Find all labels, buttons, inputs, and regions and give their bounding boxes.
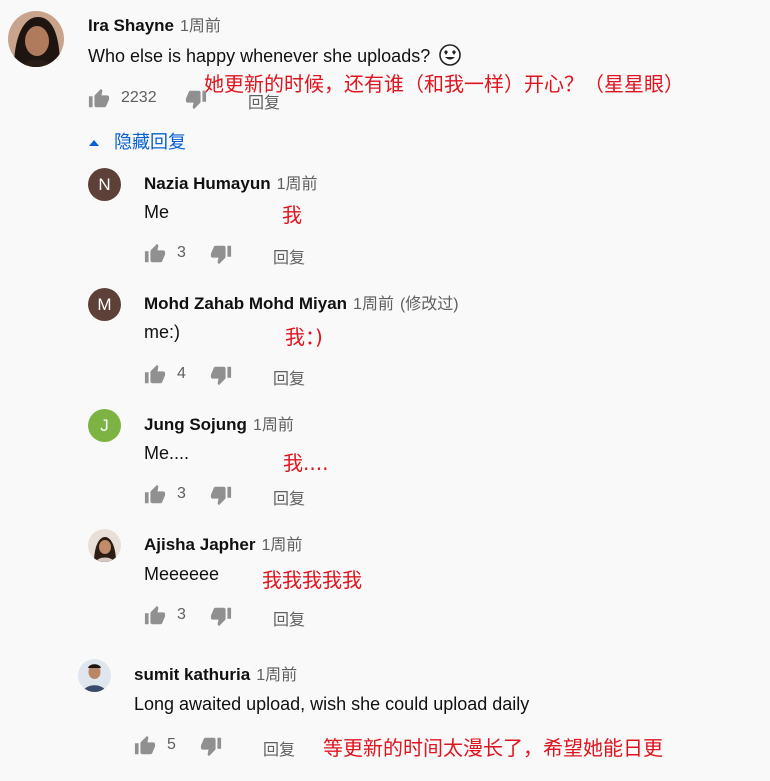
like-count: 3 — [177, 244, 186, 261]
like-count: 4 — [177, 365, 186, 382]
dislike-icon[interactable] — [210, 484, 232, 506]
reply-button[interactable]: 回复 — [273, 244, 305, 268]
avatar[interactable] — [78, 659, 111, 692]
timestamp[interactable]: 1周前 — [262, 537, 303, 554]
translation-note: 等更新的时间太漫长了，希望她能日更 — [323, 736, 663, 760]
avatar[interactable]: M — [88, 288, 121, 321]
comment-text: Meeeeee — [144, 564, 220, 584]
author-name[interactable]: Mohd Zahab Mohd Miyan — [144, 294, 347, 313]
comment-header: Ajisha Japher 1周前 — [144, 531, 302, 555]
reply-button[interactable]: 回复 — [273, 606, 305, 630]
avatar[interactable]: J — [88, 409, 121, 442]
dislike-icon[interactable] — [210, 364, 232, 386]
translation-note: 我.... — [283, 451, 329, 475]
author-name[interactable]: sumit kathuria — [134, 665, 250, 684]
dislike-icon[interactable] — [200, 735, 222, 757]
like-count: 2232 — [121, 89, 157, 106]
reply-button[interactable]: 回复 — [273, 365, 305, 389]
translation-note: 我我我我我 — [262, 568, 362, 592]
comment-header: Jung Sojung 1周前 — [144, 411, 294, 435]
comment-header: Ira Shayne 1周前 — [88, 12, 221, 36]
like-count: 3 — [177, 606, 186, 623]
dislike-icon[interactable] — [210, 605, 232, 627]
timestamp[interactable]: 1周前 — [353, 296, 394, 313]
heart-eyes-emoji-icon — [439, 44, 462, 71]
like-icon[interactable] — [88, 88, 110, 110]
comment-text: me:) — [144, 322, 180, 342]
timestamp[interactable]: 1周前 — [253, 417, 294, 434]
author-name[interactable]: Jung Sojung — [144, 415, 247, 434]
like-icon[interactable] — [144, 364, 166, 386]
comment-text: Who else is happy whenever she uploads? — [88, 44, 462, 71]
reply-button[interactable]: 回复 — [273, 485, 305, 509]
translation-note: 我：) — [285, 325, 323, 349]
caret-up-icon — [88, 131, 100, 152]
avatar[interactable] — [8, 11, 64, 67]
like-icon[interactable] — [144, 243, 166, 265]
comment-header: Mohd Zahab Mohd Miyan 1周前 (修改过) — [144, 290, 459, 314]
avatar[interactable] — [88, 529, 121, 562]
author-name[interactable]: Ajisha Japher — [144, 535, 256, 554]
dislike-icon[interactable] — [185, 88, 207, 110]
author-name[interactable]: Nazia Humayun — [144, 174, 271, 193]
avatar[interactable]: N — [88, 168, 121, 201]
like-icon[interactable] — [134, 735, 156, 757]
reply-button[interactable]: 回复 — [248, 89, 280, 113]
comment-text: Me.... — [144, 443, 190, 463]
hide-replies-label: 隐藏回复 — [114, 132, 186, 152]
hide-replies-toggle[interactable]: 隐藏回复 — [88, 128, 186, 154]
timestamp[interactable]: 1周前 — [180, 18, 221, 35]
author-name[interactable]: Ira Shayne — [88, 16, 174, 35]
translation-note: 我 — [282, 203, 302, 227]
like-count: 5 — [167, 736, 176, 753]
comment-header: sumit kathuria 1周前 — [134, 661, 297, 685]
comment-text: Me — [144, 202, 170, 222]
reply-button[interactable]: 回复 — [263, 736, 295, 760]
dislike-icon[interactable] — [210, 243, 232, 265]
edited-label: (修改过) — [399, 296, 459, 313]
timestamp[interactable]: 1周前 — [277, 176, 318, 193]
comment-text: Long awaited upload, wish she could uplo… — [134, 694, 530, 714]
like-icon[interactable] — [144, 605, 166, 627]
timestamp[interactable]: 1周前 — [256, 667, 297, 684]
like-count: 3 — [177, 485, 186, 502]
like-icon[interactable] — [144, 484, 166, 506]
comment-header: Nazia Humayun 1周前 — [144, 170, 318, 194]
